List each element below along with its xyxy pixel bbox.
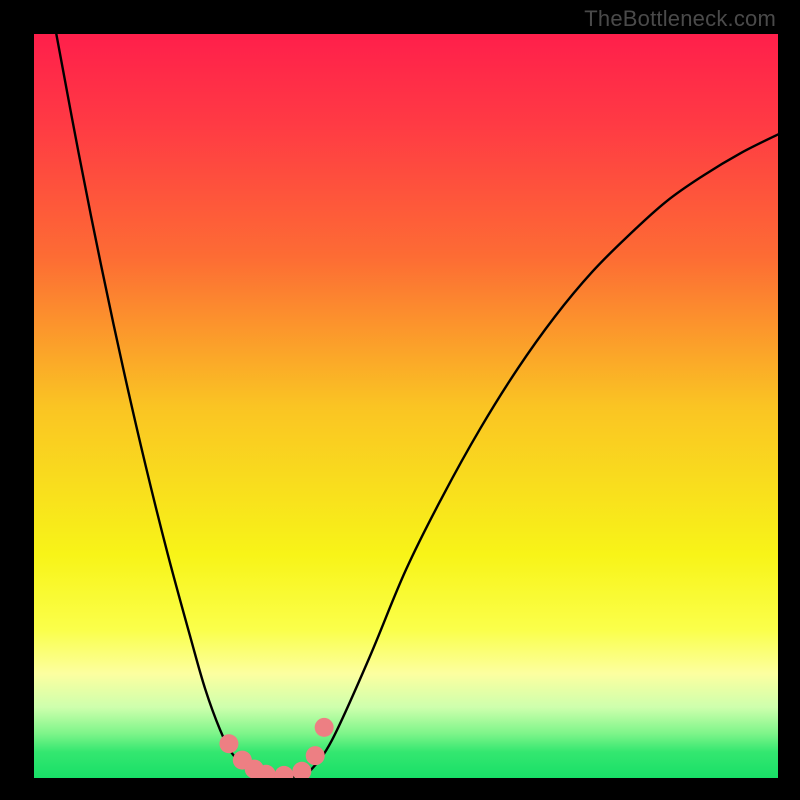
marker-group (219, 718, 333, 778)
marker-dot (274, 766, 293, 778)
plot-area (34, 34, 778, 778)
marker-dot (219, 734, 238, 753)
watermark-text: TheBottleneck.com (584, 6, 776, 32)
marker-dot (315, 718, 334, 737)
bottleneck-curve (56, 34, 778, 777)
marker-dot (292, 762, 311, 778)
curve-layer (34, 34, 778, 778)
figure-root: TheBottleneck.com (0, 0, 800, 800)
marker-dot (306, 746, 325, 765)
